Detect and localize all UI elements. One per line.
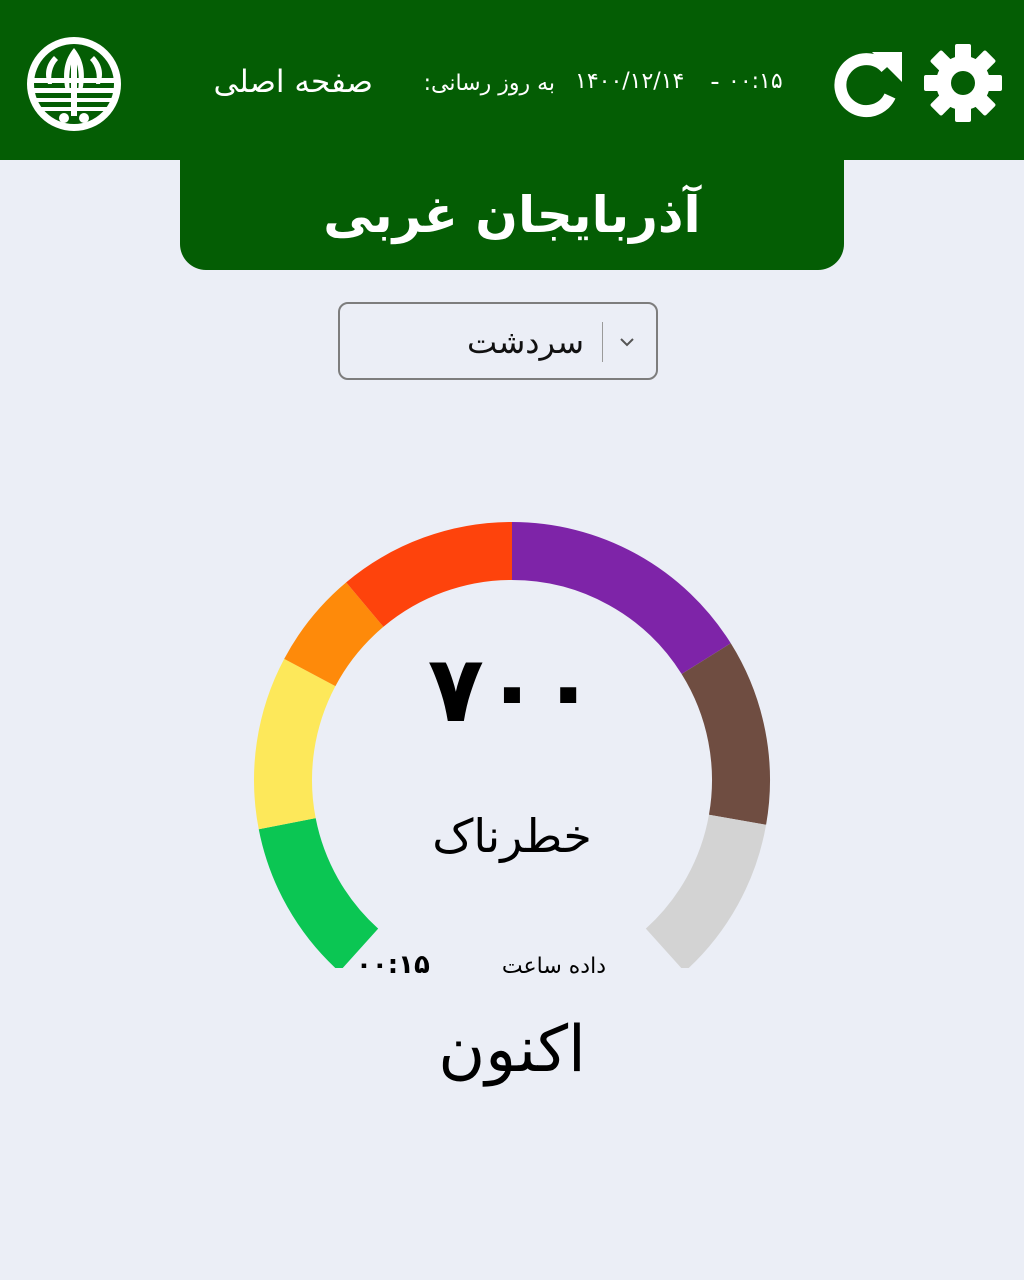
last-update-separator: - — [710, 67, 720, 97]
period-label: اکنون — [438, 1013, 586, 1087]
data-time-value: ۰۰:۱۵ — [356, 950, 430, 980]
doe-logo-icon — [27, 37, 121, 131]
refresh-icon[interactable] — [828, 44, 906, 122]
aqi-value: ۷۰۰ — [427, 636, 597, 743]
last-update-date: ۱۴۰۰/۱۲/۱۴ — [575, 69, 685, 94]
city-select[interactable]: سردشت — [338, 302, 658, 380]
last-update-time: ۰۰:۱۵ — [728, 69, 783, 94]
select-divider — [602, 322, 603, 362]
gauge-segment-moderate — [254, 658, 336, 830]
province-banner: آذربایجان غربی — [180, 160, 844, 270]
city-select-value: سردشت — [467, 323, 584, 361]
app-header: صفحه اصلی به روز رسانی: ۱۴۰۰/۱۲/۱۴ - ۰۰:… — [0, 0, 1024, 160]
gear-icon[interactable] — [920, 40, 1006, 126]
last-update-label: به روز رسانی: — [423, 71, 555, 96]
gauge-segment-unhealthy — [346, 522, 513, 628]
gauge-segment-hazardous — [681, 643, 770, 825]
home-page-title: صفحه اصلی — [213, 64, 373, 100]
gauge-segment-no-data — [645, 814, 767, 968]
chevron-down-icon — [620, 338, 634, 347]
gauge-segment-unhealthy-sensitive — [284, 582, 384, 687]
province-name: آذربایجان غربی — [323, 186, 701, 244]
gauge-segment-good — [258, 817, 379, 968]
aqi-status: خطرناک — [432, 809, 592, 863]
data-time-label: داده ساعت — [501, 954, 606, 979]
